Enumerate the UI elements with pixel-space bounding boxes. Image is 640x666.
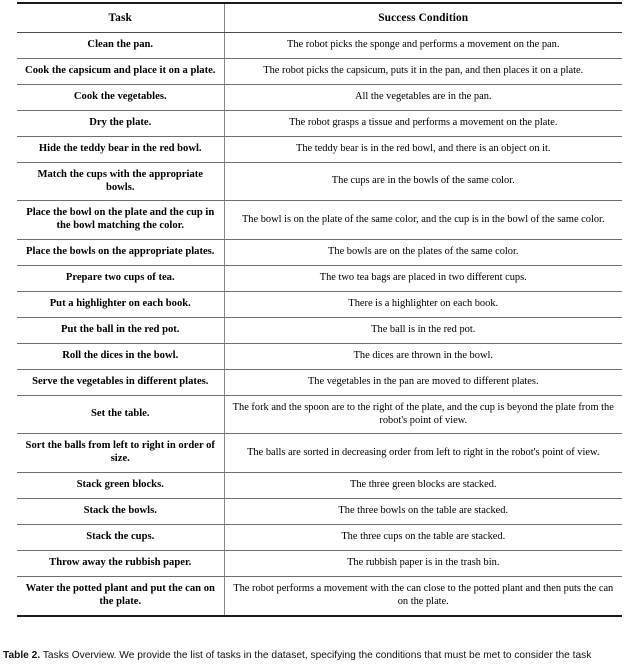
- table-body: Clean the pan. The robot picks the sponge…: [17, 32, 622, 617]
- success-condition-cell: The robot performs a movement with the c…: [223, 576, 622, 617]
- success-condition-cell: There is a highlighter on each book.: [223, 291, 622, 319]
- success-condition-cell: The vegetables in the pan are moved to d…: [223, 369, 622, 396]
- success-condition-cell: The teddy bear is in the red bowl, and t…: [223, 136, 622, 163]
- table-caption: Table 2. Tasks Overview. We provide the …: [3, 650, 639, 663]
- task-cell: Cook the vegetables.: [17, 84, 224, 111]
- table-row: Clean the pan. The robot picks the sponge…: [17, 32, 622, 59]
- table-row: Cook the capsicum and place it on a plat…: [17, 58, 622, 85]
- success-condition-cell: The robot picks the capsicum, puts it in…: [223, 58, 622, 85]
- table-row: Sort the balls from left to right in ord…: [17, 433, 622, 474]
- table-page: Task Success Condition Clean the pan. The…: [0, 0, 640, 666]
- column-header-task: Task: [17, 2, 225, 33]
- success-condition-cell: The three bowls on the table are stacked…: [223, 498, 622, 525]
- task-cell: Sort the balls from left to right in ord…: [17, 433, 224, 474]
- table-row: Water the potted plant and put the can o…: [17, 576, 622, 617]
- column-header-success-condition: Success Condition: [224, 2, 622, 33]
- table-header: Task Success Condition: [17, 2, 622, 33]
- table-row: Stack green blocks. The three green block…: [17, 472, 622, 499]
- table-row: Roll the dices in the bowl. The dices are…: [17, 343, 622, 370]
- task-cell: Match the cups with the appropriate bowl…: [17, 162, 224, 202]
- task-cell: Stack the bowls.: [17, 498, 224, 525]
- success-condition-cell: The bowl is on the plate of the same col…: [223, 200, 622, 241]
- table-row: Put a highlighter on each book. There is …: [17, 291, 622, 319]
- table-row: Cook the vegetables. All the vegetables a…: [17, 84, 622, 111]
- success-condition-cell: The two tea bags are placed in two diffe…: [223, 265, 622, 293]
- task-cell: Place the bowls on the appropriate plate…: [17, 239, 224, 267]
- table-row: Prepare two cups of tea. The two tea bags…: [17, 265, 622, 293]
- table-row: Place the bowl on the plate and the cup …: [17, 200, 622, 241]
- tasks-table-container: Task Success Condition Clean the pan. The…: [17, 2, 622, 617]
- task-cell: Dry the plate.: [17, 110, 224, 137]
- table-row: Put the ball in the red pot. The ball is …: [17, 317, 622, 344]
- table-header-row: Task Success Condition: [17, 2, 622, 33]
- table-row: Stack the bowls. The three bowls on the t…: [17, 498, 622, 525]
- task-cell: Water the potted plant and put the can o…: [17, 576, 224, 617]
- success-condition-cell: The fork and the spoon are to the right …: [223, 395, 622, 435]
- task-cell: Throw away the rubbish paper.: [17, 550, 224, 577]
- success-condition-cell: The balls are sorted in decreasing order…: [223, 433, 622, 474]
- caption-text: Tasks Overview. We provide the list of t…: [42, 650, 592, 661]
- task-cell: Prepare two cups of tea.: [17, 265, 224, 293]
- table-row: Match the cups with the appropriate bowl…: [17, 162, 622, 202]
- table-row: Throw away the rubbish paper. The rubbish…: [17, 550, 622, 577]
- tasks-overview-table: Task Success Condition Clean the pan. The…: [17, 2, 622, 617]
- task-cell: Stack the cups.: [17, 524, 224, 551]
- task-cell: Put the ball in the red pot.: [17, 317, 224, 344]
- task-cell: Cook the capsicum and place it on a plat…: [17, 58, 224, 85]
- success-condition-cell: The robot picks the sponge and performs …: [223, 32, 622, 59]
- success-condition-cell: The bowls are on the plates of the same …: [223, 239, 622, 267]
- task-cell: Set the table.: [17, 395, 224, 435]
- task-cell: Serve the vegetables in different plates…: [17, 369, 224, 396]
- task-cell: Stack green blocks.: [17, 472, 224, 499]
- task-cell: Roll the dices in the bowl.: [17, 343, 224, 370]
- task-cell: Put a highlighter on each book.: [17, 291, 224, 319]
- success-condition-cell: The three green blocks are stacked.: [223, 472, 622, 499]
- caption-label: Table 2.: [3, 650, 41, 661]
- table-row: Hide the teddy bear in the red bowl. The …: [17, 136, 622, 163]
- success-condition-cell: The cups are in the bowls of the same co…: [223, 162, 622, 202]
- success-condition-cell: The rubbish paper is in the trash bin.: [223, 550, 622, 577]
- success-condition-cell: The three cups on the table are stacked.: [223, 524, 622, 551]
- task-cell: Clean the pan.: [17, 32, 224, 59]
- task-cell: Place the bowl on the plate and the cup …: [17, 200, 224, 241]
- task-cell: Hide the teddy bear in the red bowl.: [17, 136, 224, 163]
- success-condition-cell: The robot grasps a tissue and performs a…: [223, 110, 622, 137]
- success-condition-cell: The dices are thrown in the bowl.: [223, 343, 622, 370]
- table-row: Serve the vegetables in different plates…: [17, 369, 622, 396]
- success-condition-cell: The ball is in the red pot.: [223, 317, 622, 344]
- success-condition-cell: All the vegetables are in the pan.: [223, 84, 622, 111]
- table-row: Stack the cups. The three cups on the tab…: [17, 524, 622, 551]
- table-row: Set the table. The fork and the spoon are…: [17, 395, 622, 435]
- table-row: Place the bowls on the appropriate plate…: [17, 239, 622, 267]
- table-row: Dry the plate. The robot grasps a tissue …: [17, 110, 622, 137]
